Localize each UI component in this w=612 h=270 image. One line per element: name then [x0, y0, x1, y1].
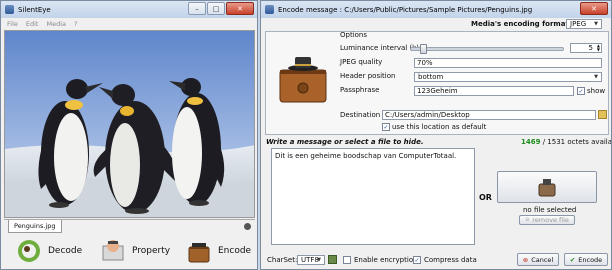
octets-counter: 1469 / 1531 octets available: [521, 138, 612, 146]
app-icon: [5, 5, 14, 14]
charset-label: CharSet:: [267, 256, 298, 264]
quality-value: 70%: [417, 59, 433, 67]
passphrase-field[interactable]: 123Geheim: [414, 86, 574, 96]
menu-media[interactable]: Media: [46, 20, 66, 28]
maximize-button[interactable]: □: [207, 2, 225, 15]
media-tabs: Penguins.jpg: [4, 219, 255, 233]
charset-edit-icon[interactable]: [328, 255, 337, 264]
passphrase-value: 123Geheim: [417, 87, 458, 95]
select-file-button[interactable]: [497, 171, 597, 203]
format-value: JPEG: [570, 20, 587, 28]
quality-field[interactable]: 70%: [414, 58, 602, 68]
folder-icon[interactable]: [598, 110, 607, 119]
cancel-button[interactable]: ⊗ Cancel: [517, 253, 559, 266]
silenteye-titlebar[interactable]: SilentEye – □ ✕: [1, 1, 257, 18]
charset-select[interactable]: UTF8 ▼: [297, 255, 325, 265]
encode-label-main: Encode: [218, 246, 252, 256]
decode-label: Decode: [48, 246, 83, 256]
silenteye-title: SilentEye: [18, 5, 51, 14]
write-message-label: Write a message or select a file to hide…: [266, 138, 424, 146]
cancel-icon: ⊗: [522, 255, 529, 264]
compress-checkbox[interactable]: ✓: [413, 256, 421, 264]
format-select[interactable]: JPEG ▼: [566, 19, 602, 29]
remove-file-button[interactable]: ⊝ remove file: [519, 215, 575, 225]
encode-button[interactable]: ✔ Encode: [564, 253, 608, 266]
show-checkbox[interactable]: ✓: [577, 87, 585, 95]
cancel-label: Cancel: [531, 255, 554, 264]
encode-label: Encode: [578, 255, 603, 264]
luminance-value: 5: [588, 44, 593, 52]
no-file-label: no file selected: [523, 206, 577, 214]
compress-label: Compress data: [424, 256, 477, 264]
encryption-label: Enable encryption: [354, 256, 418, 264]
luminance-spinbox[interactable]: 5 ▲ ▼: [570, 43, 602, 53]
header-chevron-icon: ▼: [594, 74, 598, 80]
passphrase-label: Passphrase: [340, 86, 380, 94]
encode-close-button[interactable]: ✕: [580, 2, 608, 15]
menubar: File Edit Media ?: [1, 18, 257, 29]
media-preview: [4, 30, 255, 218]
options-title: Options: [340, 31, 368, 39]
remove-file-label: remove file: [532, 216, 569, 224]
menu-edit[interactable]: Edit: [26, 20, 39, 28]
menu-file[interactable]: File: [7, 20, 18, 28]
octets-used: 1469: [521, 138, 541, 146]
options-panel: Options Luminance interval (k) 5 ▲ ▼ JPEG…: [265, 31, 609, 135]
spin-arrows-icon: ▲ ▼: [596, 43, 600, 52]
encode-titlebar[interactable]: Encode message : C:/Users/Public/Picture…: [261, 1, 611, 18]
close-tab-icon[interactable]: [244, 223, 251, 230]
property-button[interactable]: Property: [99, 237, 170, 265]
charset-chevron-icon: ▼: [317, 257, 321, 263]
destination-field[interactable]: C:/Users/admin/Desktop: [382, 110, 596, 120]
octets-total: / 1531 octets available: [542, 138, 612, 146]
destination-value: C:/Users/admin/Desktop: [385, 111, 470, 119]
quality-label: JPEG quality: [340, 58, 383, 66]
chevron-down-icon: ▼: [594, 21, 598, 27]
remove-file-icon: ⊝: [525, 217, 530, 223]
file-suitcase-icon: [538, 179, 556, 197]
tab-penguins[interactable]: Penguins.jpg: [8, 220, 62, 233]
close-button[interactable]: ✕: [226, 2, 254, 15]
destination-label: Destination :: [340, 111, 385, 119]
format-label: Media's encoding format :: [471, 20, 575, 28]
suitcase-icon: [279, 57, 327, 103]
minimize-button[interactable]: –: [188, 2, 206, 15]
penguins-image: [5, 31, 254, 217]
show-label: show: [587, 87, 606, 95]
luminance-slider-thumb[interactable]: [420, 44, 428, 54]
encryption-checkbox[interactable]: [343, 256, 351, 264]
encode-icon: [188, 243, 210, 263]
header-value: bottom: [418, 73, 444, 81]
or-label: OR: [479, 193, 492, 202]
encode-app-icon: [265, 5, 274, 14]
property-label: Property: [132, 246, 171, 256]
encode-window: Encode message : C:/Users/Public/Picture…: [260, 0, 612, 270]
header-select[interactable]: bottom ▼: [414, 72, 602, 82]
default-location-label: use this location as default: [392, 123, 487, 131]
message-textarea[interactable]: Dit is een geheime boodschap van Compute…: [271, 148, 475, 245]
decode-icon: [18, 240, 40, 262]
encode-title: Encode message : C:/Users/Public/Picture…: [278, 5, 533, 14]
menu-help[interactable]: ?: [74, 20, 77, 28]
message-text: Dit is een geheime boodschap van Compute…: [275, 152, 457, 160]
property-icon: [102, 240, 124, 261]
encode-button-main[interactable]: Encode: [185, 237, 251, 265]
luminance-slider[interactable]: [410, 44, 564, 54]
header-label: Header position: [340, 72, 396, 80]
default-location-checkbox[interactable]: ✓: [382, 123, 390, 131]
decode-button[interactable]: Decode: [15, 237, 82, 265]
luminance-label: Luminance interval (k): [340, 44, 419, 52]
silenteye-window: SilentEye – □ ✕ File Edit Media ? Pengui…: [0, 0, 258, 270]
encode-check-icon: ✔: [569, 255, 576, 264]
